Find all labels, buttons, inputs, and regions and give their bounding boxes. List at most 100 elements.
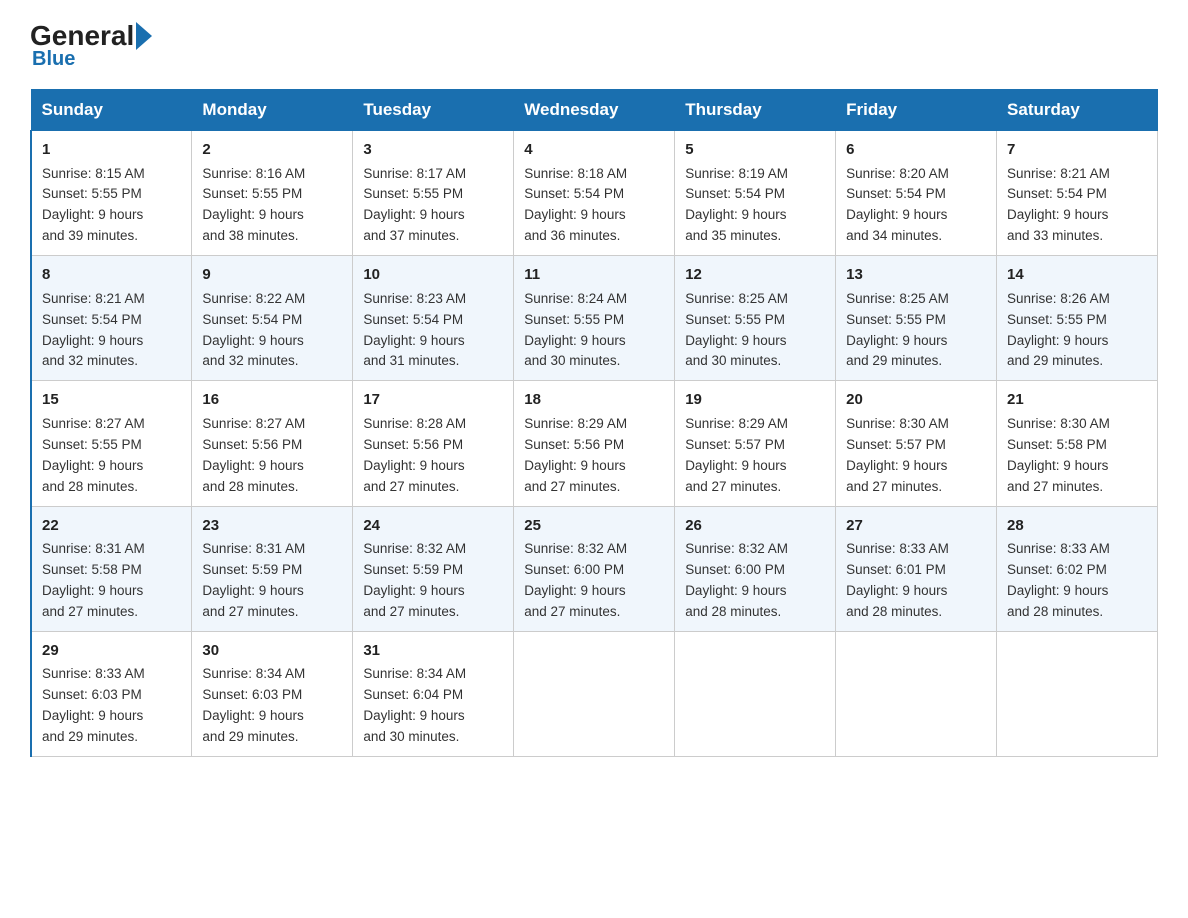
day-number: 25 xyxy=(524,515,664,538)
page-header: General Blue xyxy=(30,20,1158,71)
day-cell: 21Sunrise: 8:30 AMSunset: 5:58 PMDayligh… xyxy=(997,381,1158,506)
day-number: 13 xyxy=(846,264,986,287)
day-sun-info: Sunrise: 8:31 AMSunset: 5:58 PMDaylight:… xyxy=(42,539,181,623)
day-cell: 10Sunrise: 8:23 AMSunset: 5:54 PMDayligh… xyxy=(353,256,514,381)
day-cell: 22Sunrise: 8:31 AMSunset: 5:58 PMDayligh… xyxy=(31,506,192,631)
day-cell xyxy=(997,631,1158,756)
day-cell: 27Sunrise: 8:33 AMSunset: 6:01 PMDayligh… xyxy=(836,506,997,631)
day-sun-info: Sunrise: 8:21 AMSunset: 5:54 PMDaylight:… xyxy=(1007,164,1147,248)
day-sun-info: Sunrise: 8:19 AMSunset: 5:54 PMDaylight:… xyxy=(685,164,825,248)
day-number: 26 xyxy=(685,515,825,538)
weekday-header-saturday: Saturday xyxy=(997,90,1158,131)
day-sun-info: Sunrise: 8:34 AMSunset: 6:04 PMDaylight:… xyxy=(363,664,503,748)
day-cell: 23Sunrise: 8:31 AMSunset: 5:59 PMDayligh… xyxy=(192,506,353,631)
day-cell: 11Sunrise: 8:24 AMSunset: 5:55 PMDayligh… xyxy=(514,256,675,381)
day-sun-info: Sunrise: 8:16 AMSunset: 5:55 PMDaylight:… xyxy=(202,164,342,248)
day-sun-info: Sunrise: 8:33 AMSunset: 6:01 PMDaylight:… xyxy=(846,539,986,623)
day-number: 10 xyxy=(363,264,503,287)
day-cell xyxy=(675,631,836,756)
day-sun-info: Sunrise: 8:18 AMSunset: 5:54 PMDaylight:… xyxy=(524,164,664,248)
day-cell: 19Sunrise: 8:29 AMSunset: 5:57 PMDayligh… xyxy=(675,381,836,506)
day-sun-info: Sunrise: 8:28 AMSunset: 5:56 PMDaylight:… xyxy=(363,414,503,498)
day-number: 15 xyxy=(42,389,181,412)
weekday-header-sunday: Sunday xyxy=(31,90,192,131)
day-number: 19 xyxy=(685,389,825,412)
day-sun-info: Sunrise: 8:27 AMSunset: 5:56 PMDaylight:… xyxy=(202,414,342,498)
day-sun-info: Sunrise: 8:21 AMSunset: 5:54 PMDaylight:… xyxy=(42,289,181,373)
week-row-1: 1Sunrise: 8:15 AMSunset: 5:55 PMDaylight… xyxy=(31,131,1158,256)
day-sun-info: Sunrise: 8:33 AMSunset: 6:03 PMDaylight:… xyxy=(42,664,181,748)
day-number: 22 xyxy=(42,515,181,538)
weekday-header-friday: Friday xyxy=(836,90,997,131)
day-cell: 24Sunrise: 8:32 AMSunset: 5:59 PMDayligh… xyxy=(353,506,514,631)
day-number: 3 xyxy=(363,139,503,162)
day-cell: 25Sunrise: 8:32 AMSunset: 6:00 PMDayligh… xyxy=(514,506,675,631)
day-cell: 12Sunrise: 8:25 AMSunset: 5:55 PMDayligh… xyxy=(675,256,836,381)
day-cell: 14Sunrise: 8:26 AMSunset: 5:55 PMDayligh… xyxy=(997,256,1158,381)
day-sun-info: Sunrise: 8:30 AMSunset: 5:57 PMDaylight:… xyxy=(846,414,986,498)
day-number: 18 xyxy=(524,389,664,412)
day-cell: 8Sunrise: 8:21 AMSunset: 5:54 PMDaylight… xyxy=(31,256,192,381)
day-cell: 4Sunrise: 8:18 AMSunset: 5:54 PMDaylight… xyxy=(514,131,675,256)
day-cell: 30Sunrise: 8:34 AMSunset: 6:03 PMDayligh… xyxy=(192,631,353,756)
logo: General Blue xyxy=(30,20,154,71)
day-sun-info: Sunrise: 8:20 AMSunset: 5:54 PMDaylight:… xyxy=(846,164,986,248)
day-cell: 31Sunrise: 8:34 AMSunset: 6:04 PMDayligh… xyxy=(353,631,514,756)
day-cell: 5Sunrise: 8:19 AMSunset: 5:54 PMDaylight… xyxy=(675,131,836,256)
day-cell: 20Sunrise: 8:30 AMSunset: 5:57 PMDayligh… xyxy=(836,381,997,506)
day-sun-info: Sunrise: 8:34 AMSunset: 6:03 PMDaylight:… xyxy=(202,664,342,748)
day-sun-info: Sunrise: 8:32 AMSunset: 6:00 PMDaylight:… xyxy=(524,539,664,623)
day-number: 30 xyxy=(202,640,342,663)
day-number: 5 xyxy=(685,139,825,162)
weekday-header-row: SundayMondayTuesdayWednesdayThursdayFrid… xyxy=(31,90,1158,131)
day-cell: 26Sunrise: 8:32 AMSunset: 6:00 PMDayligh… xyxy=(675,506,836,631)
day-sun-info: Sunrise: 8:23 AMSunset: 5:54 PMDaylight:… xyxy=(363,289,503,373)
day-sun-info: Sunrise: 8:32 AMSunset: 6:00 PMDaylight:… xyxy=(685,539,825,623)
logo-arrow-icon xyxy=(136,22,152,50)
weekday-header-tuesday: Tuesday xyxy=(353,90,514,131)
day-sun-info: Sunrise: 8:25 AMSunset: 5:55 PMDaylight:… xyxy=(685,289,825,373)
day-sun-info: Sunrise: 8:32 AMSunset: 5:59 PMDaylight:… xyxy=(363,539,503,623)
day-number: 9 xyxy=(202,264,342,287)
day-number: 28 xyxy=(1007,515,1147,538)
day-number: 11 xyxy=(524,264,664,287)
day-sun-info: Sunrise: 8:33 AMSunset: 6:02 PMDaylight:… xyxy=(1007,539,1147,623)
day-cell: 13Sunrise: 8:25 AMSunset: 5:55 PMDayligh… xyxy=(836,256,997,381)
day-cell: 3Sunrise: 8:17 AMSunset: 5:55 PMDaylight… xyxy=(353,131,514,256)
day-number: 20 xyxy=(846,389,986,412)
calendar-table: SundayMondayTuesdayWednesdayThursdayFrid… xyxy=(30,89,1158,757)
day-number: 2 xyxy=(202,139,342,162)
week-row-2: 8Sunrise: 8:21 AMSunset: 5:54 PMDaylight… xyxy=(31,256,1158,381)
day-number: 23 xyxy=(202,515,342,538)
day-sun-info: Sunrise: 8:29 AMSunset: 5:56 PMDaylight:… xyxy=(524,414,664,498)
day-cell: 7Sunrise: 8:21 AMSunset: 5:54 PMDaylight… xyxy=(997,131,1158,256)
day-cell: 29Sunrise: 8:33 AMSunset: 6:03 PMDayligh… xyxy=(31,631,192,756)
day-cell: 9Sunrise: 8:22 AMSunset: 5:54 PMDaylight… xyxy=(192,256,353,381)
day-sun-info: Sunrise: 8:27 AMSunset: 5:55 PMDaylight:… xyxy=(42,414,181,498)
day-number: 31 xyxy=(363,640,503,663)
day-cell xyxy=(514,631,675,756)
week-row-3: 15Sunrise: 8:27 AMSunset: 5:55 PMDayligh… xyxy=(31,381,1158,506)
day-cell: 17Sunrise: 8:28 AMSunset: 5:56 PMDayligh… xyxy=(353,381,514,506)
weekday-header-thursday: Thursday xyxy=(675,90,836,131)
day-number: 12 xyxy=(685,264,825,287)
day-cell: 16Sunrise: 8:27 AMSunset: 5:56 PMDayligh… xyxy=(192,381,353,506)
logo-blue-text: Blue xyxy=(30,48,75,71)
day-number: 27 xyxy=(846,515,986,538)
day-sun-info: Sunrise: 8:31 AMSunset: 5:59 PMDaylight:… xyxy=(202,539,342,623)
day-sun-info: Sunrise: 8:26 AMSunset: 5:55 PMDaylight:… xyxy=(1007,289,1147,373)
day-cell: 2Sunrise: 8:16 AMSunset: 5:55 PMDaylight… xyxy=(192,131,353,256)
day-number: 6 xyxy=(846,139,986,162)
day-number: 29 xyxy=(42,640,181,663)
day-cell: 15Sunrise: 8:27 AMSunset: 5:55 PMDayligh… xyxy=(31,381,192,506)
day-sun-info: Sunrise: 8:25 AMSunset: 5:55 PMDaylight:… xyxy=(846,289,986,373)
day-number: 7 xyxy=(1007,139,1147,162)
day-number: 17 xyxy=(363,389,503,412)
day-cell: 6Sunrise: 8:20 AMSunset: 5:54 PMDaylight… xyxy=(836,131,997,256)
day-number: 16 xyxy=(202,389,342,412)
day-number: 4 xyxy=(524,139,664,162)
weekday-header-monday: Monday xyxy=(192,90,353,131)
day-cell: 28Sunrise: 8:33 AMSunset: 6:02 PMDayligh… xyxy=(997,506,1158,631)
day-number: 24 xyxy=(363,515,503,538)
day-number: 8 xyxy=(42,264,181,287)
